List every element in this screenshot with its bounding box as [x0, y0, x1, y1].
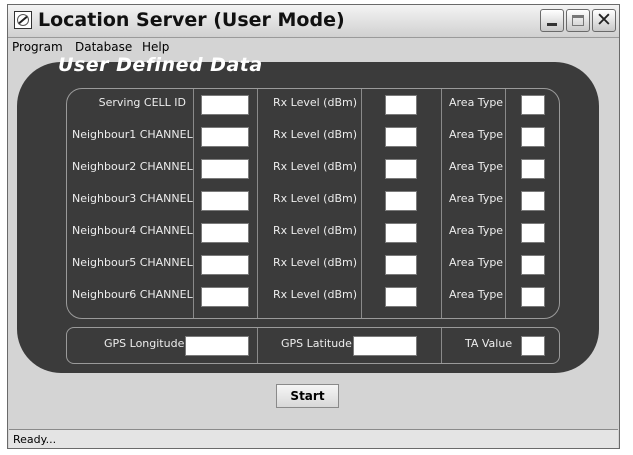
- menu-help[interactable]: Help: [142, 40, 169, 54]
- area-type-input[interactable]: [521, 191, 545, 211]
- area-type-label: Area Type: [449, 288, 504, 301]
- panel-title: User Defined Data: [58, 54, 263, 76]
- rx-level-label: Rx Level (dBm): [273, 128, 358, 141]
- start-button[interactable]: Start: [276, 384, 339, 408]
- area-type-input[interactable]: [521, 223, 545, 243]
- menu-program[interactable]: Program: [12, 40, 63, 54]
- status-bar: Ready...: [9, 429, 618, 448]
- area-type-label: Area Type: [449, 96, 504, 109]
- close-icon: ✕: [596, 9, 612, 31]
- area-type-input[interactable]: [521, 255, 545, 275]
- channel-input[interactable]: [201, 255, 249, 275]
- area-type-label: Area Type: [449, 192, 504, 205]
- rx-level-label: Rx Level (dBm): [273, 192, 358, 205]
- rx-level-label: Rx Level (dBm): [273, 256, 358, 269]
- channel-input[interactable]: [201, 95, 249, 115]
- title-bar[interactable]: Location Server (User Mode) ✕: [8, 5, 619, 38]
- grid-divider: [257, 89, 258, 318]
- window-title: Location Server (User Mode): [38, 9, 345, 31]
- status-text: Ready...: [13, 433, 57, 446]
- grid-divider: [193, 89, 194, 318]
- minimize-button[interactable]: [540, 9, 564, 32]
- channel-label: Neighbour6 CHANNEL: [72, 288, 193, 301]
- gps-divider: [441, 328, 442, 363]
- channel-input[interactable]: [201, 159, 249, 179]
- close-button[interactable]: ✕: [592, 9, 616, 32]
- ta-value-input[interactable]: [521, 336, 545, 356]
- area-type-input[interactable]: [521, 287, 545, 307]
- rx-level-input[interactable]: [385, 255, 417, 275]
- channel-input[interactable]: [201, 287, 249, 307]
- antenna-icon: [14, 11, 32, 29]
- rx-level-label: Rx Level (dBm): [273, 288, 358, 301]
- area-type-label: Area Type: [449, 256, 504, 269]
- area-type-label: Area Type: [449, 128, 504, 141]
- channel-label: Serving CELL ID: [98, 96, 186, 109]
- channel-label: Neighbour4 CHANNEL: [72, 224, 193, 237]
- grid-divider: [505, 89, 506, 318]
- area-type-input[interactable]: [521, 159, 545, 179]
- rx-level-label: Rx Level (dBm): [273, 160, 358, 173]
- rx-level-input[interactable]: [385, 223, 417, 243]
- gps-latitude-label: GPS Latitude: [281, 337, 352, 350]
- area-type-input[interactable]: [521, 95, 545, 115]
- channel-label: Neighbour2 CHANNEL: [72, 160, 193, 173]
- rx-level-input[interactable]: [385, 287, 417, 307]
- gps-divider: [257, 328, 258, 363]
- rx-level-input[interactable]: [385, 159, 417, 179]
- menu-database[interactable]: Database: [75, 40, 132, 54]
- channel-input[interactable]: [201, 127, 249, 147]
- gps-longitude-label: GPS Longitude: [104, 337, 185, 350]
- grid-divider: [361, 89, 362, 318]
- rx-level-label: Rx Level (dBm): [273, 224, 358, 237]
- area-type-input[interactable]: [521, 127, 545, 147]
- rx-level-input[interactable]: [385, 127, 417, 147]
- channel-input[interactable]: [201, 223, 249, 243]
- gps-latitude-input[interactable]: [353, 336, 417, 356]
- maximize-button[interactable]: [566, 9, 590, 32]
- grid-divider: [441, 89, 442, 318]
- rx-level-label: Rx Level (dBm): [273, 96, 358, 109]
- channel-label: Neighbour3 CHANNEL: [72, 192, 193, 205]
- rx-level-input[interactable]: [385, 95, 417, 115]
- channel-input[interactable]: [201, 191, 249, 211]
- gps-longitude-input[interactable]: [185, 336, 249, 356]
- rx-level-input[interactable]: [385, 191, 417, 211]
- area-type-label: Area Type: [449, 160, 504, 173]
- channel-label: Neighbour5 CHANNEL: [72, 256, 193, 269]
- area-type-label: Area Type: [449, 224, 504, 237]
- ta-value-label: TA Value: [465, 337, 513, 350]
- channel-label: Neighbour1 CHANNEL: [72, 128, 193, 141]
